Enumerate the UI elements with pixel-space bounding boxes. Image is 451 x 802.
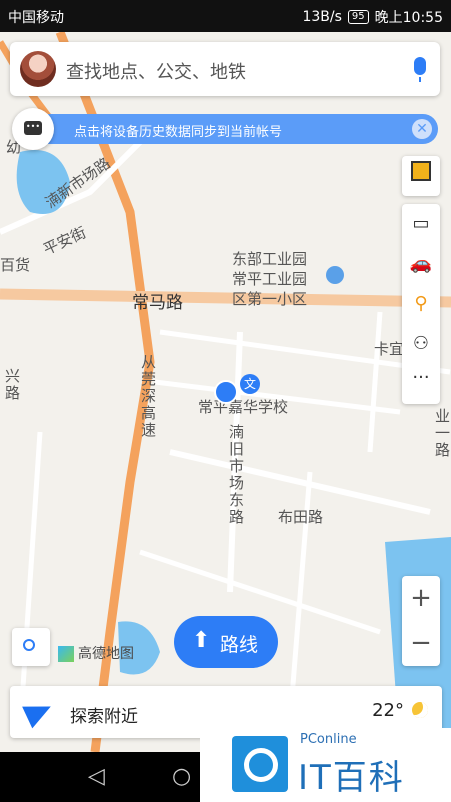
road-label: 业一路 <box>433 408 451 459</box>
microphone-icon[interactable] <box>414 57 426 82</box>
route-button[interactable]: ⬆ 路线 <box>174 616 278 668</box>
road-label: 湳旧市场东路 <box>227 424 245 526</box>
sync-banner[interactable]: 点击将设备历史数据同步到当前帐号 ✕ <box>30 114 438 144</box>
current-location-icon <box>214 380 238 404</box>
more-icon[interactable]: ··· <box>402 364 440 404</box>
map-tools: ▭ 🚗 ⚲ ⚇ ··· <box>402 204 440 404</box>
zoom-in-button[interactable]: + <box>402 576 440 621</box>
road-label: 布田路 <box>278 508 324 526</box>
zoom-control: + − <box>402 576 440 666</box>
close-icon[interactable]: ✕ <box>412 119 432 139</box>
walk-icon[interactable]: ⚇ <box>402 324 440 364</box>
route-label: 路线 <box>220 634 259 656</box>
target-icon <box>23 639 35 651</box>
network-speed: 13B/s <box>302 9 342 25</box>
back-icon[interactable]: ◁ <box>88 764 105 789</box>
send-icon <box>22 695 56 729</box>
bike-icon[interactable]: ⚲ <box>402 284 440 324</box>
locate-button[interactable] <box>12 628 50 666</box>
sync-banner-text: 点击将设备历史数据同步到当前帐号 <box>74 125 283 140</box>
moon-icon <box>412 702 428 718</box>
watermark-logo-icon <box>232 736 288 792</box>
clock: 晚上10:55 <box>374 10 443 26</box>
bus-icon[interactable]: ▭ <box>402 204 440 244</box>
message-icon: ••• <box>24 121 42 135</box>
search-bar[interactable]: 查找地点、公交、地铁 <box>10 42 440 96</box>
avatar[interactable] <box>20 51 56 87</box>
road-label: 常马路 <box>132 293 183 313</box>
watermark-big: IT百科 <box>298 758 405 798</box>
status-bar: 中国移动 13B/s 95 晚上10:55 <box>0 0 451 32</box>
carrier-label: 中国移动 <box>8 10 64 26</box>
amap-logo-icon <box>58 646 74 662</box>
place-label: 常平嘉华学校 <box>198 398 289 416</box>
zoom-out-button[interactable]: − <box>402 621 440 666</box>
place-label: 常平工业园 <box>232 270 308 288</box>
route-arrow-icon: ⬆ <box>192 628 211 653</box>
home-icon[interactable]: ○ <box>172 764 191 789</box>
explore-label: 探索附近 <box>70 707 138 727</box>
layers-icon <box>402 156 440 196</box>
temperature: 22° <box>372 700 404 721</box>
school-poi-icon[interactable]: 文 <box>240 374 260 394</box>
place-label: 东部工业园 <box>232 250 308 268</box>
layers-button[interactable] <box>402 156 440 196</box>
battery-icon: 95 <box>347 10 369 24</box>
road-label: 从莞深高速 <box>139 354 157 439</box>
place-label: 区第一小区 <box>232 290 308 308</box>
message-button[interactable]: ••• <box>12 108 54 150</box>
place-label: 百货 <box>0 256 31 274</box>
place-label: 卡宜 <box>374 340 405 358</box>
road-label: 兴路 <box>3 368 21 402</box>
watermark-small: PConline <box>300 732 357 747</box>
amap-logo: 高德地图 <box>58 643 134 663</box>
car-icon[interactable]: 🚗 <box>402 244 440 284</box>
school-poi-icon[interactable] <box>326 266 344 284</box>
watermark: PConline IT百科 <box>200 728 451 802</box>
search-input[interactable]: 查找地点、公交、地铁 <box>66 58 246 84</box>
